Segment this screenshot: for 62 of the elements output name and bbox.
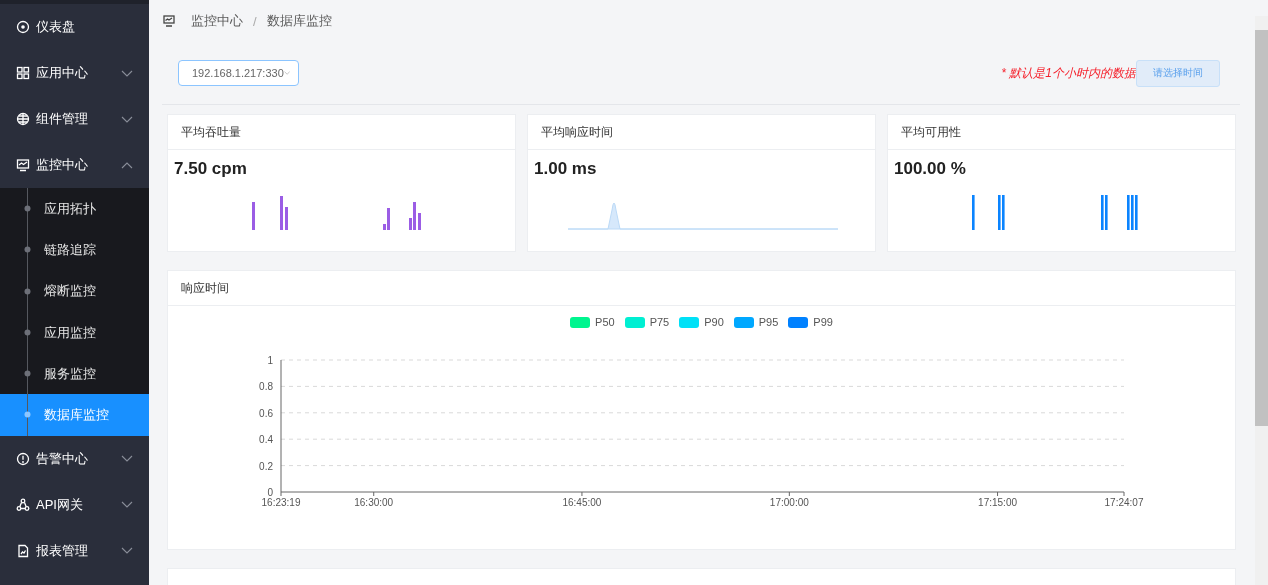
- dot-icon: [24, 411, 31, 419]
- sparkline-bar: [285, 207, 288, 230]
- breadcrumb-link[interactable]: 监控中心: [191, 12, 243, 30]
- scrollbar[interactable]: [1255, 16, 1268, 585]
- nav-item[interactable]: 组件管理: [0, 96, 149, 142]
- instance-select[interactable]: 192.168.1.217:330: [178, 60, 299, 86]
- chevron-down-icon: [283, 70, 290, 76]
- breadcrumb-separator: /: [253, 13, 257, 29]
- y-tick-label: 1: [267, 355, 273, 366]
- submenu-item[interactable]: 应用监控: [0, 311, 149, 354]
- default-range-note: * 默认是1个小时内的数据: [1001, 64, 1136, 82]
- y-tick-label: 0: [267, 487, 273, 498]
- nav-item[interactable]: 监控中心: [0, 142, 149, 188]
- globe-icon: [16, 112, 30, 126]
- dot-icon: [24, 287, 31, 295]
- monitor-icon: [16, 158, 30, 172]
- sparkline-bar: [972, 195, 975, 230]
- stat-value: 1.00 ms: [533, 158, 598, 179]
- nav-item[interactable]: 报表管理: [0, 527, 149, 574]
- card-title: 平均吞吐量: [168, 115, 515, 150]
- monitor-icon: [163, 15, 175, 27]
- legend-item[interactable]: P95: [733, 316, 779, 328]
- x-tick-label: 17:24:07: [1104, 497, 1144, 508]
- x-tick-label: 17:00:00: [769, 497, 809, 508]
- sparkline-bar: [280, 196, 283, 230]
- legend-item[interactable]: P50: [570, 316, 615, 328]
- gauge-icon: [16, 20, 30, 34]
- breadcrumb-link[interactable]: 数据库监控: [266, 12, 332, 30]
- card-title: 响应时间: [168, 271, 1235, 306]
- dot-icon: [24, 246, 31, 254]
- y-tick-label: 0.8: [259, 381, 273, 393]
- submenu-item[interactable]: 服务监控: [0, 353, 149, 395]
- submenu-item[interactable]: 应用拓扑: [0, 188, 149, 230]
- card-title: 平均响应时间: [528, 115, 875, 150]
- x-tick-label: 16:23:19: [261, 497, 301, 508]
- grid-icon: [16, 66, 30, 80]
- nav-item[interactable]: 应用中心: [0, 50, 149, 96]
- nav-item[interactable]: API网关: [0, 481, 149, 528]
- legend-item[interactable]: P90: [679, 316, 724, 328]
- nav-item[interactable]: 告警中心: [0, 435, 149, 482]
- card-title: 平均可用性: [888, 115, 1235, 150]
- nav-item[interactable]: 仪表盘: [0, 4, 149, 50]
- dot-icon: [24, 205, 31, 212]
- report-icon: [16, 543, 30, 558]
- dot-icon: [24, 328, 31, 336]
- stat-value: 100.00 %: [893, 158, 967, 179]
- x-tick-label: 17:15:00: [978, 497, 1017, 508]
- submenu-item[interactable]: 熔断监控: [0, 270, 149, 312]
- legend-item[interactable]: P99: [788, 316, 833, 328]
- y-tick-label: 0.2: [259, 460, 273, 472]
- dot-icon: [24, 370, 31, 378]
- y-tick-label: 0.6: [259, 407, 273, 419]
- network-icon: [16, 497, 30, 512]
- y-tick-label: 0.4: [259, 434, 273, 446]
- submenu-item[interactable]: 链路追踪: [0, 229, 149, 271]
- alert-icon: [16, 451, 30, 466]
- x-tick-label: 16:45:00: [562, 497, 602, 508]
- legend-item[interactable]: P75: [624, 316, 670, 328]
- stat-value: 7.50 cpm: [173, 158, 248, 179]
- x-tick-label: 16:30:00: [354, 497, 394, 508]
- sparkline-bar: [252, 202, 255, 230]
- sparkline-bar: [418, 213, 421, 230]
